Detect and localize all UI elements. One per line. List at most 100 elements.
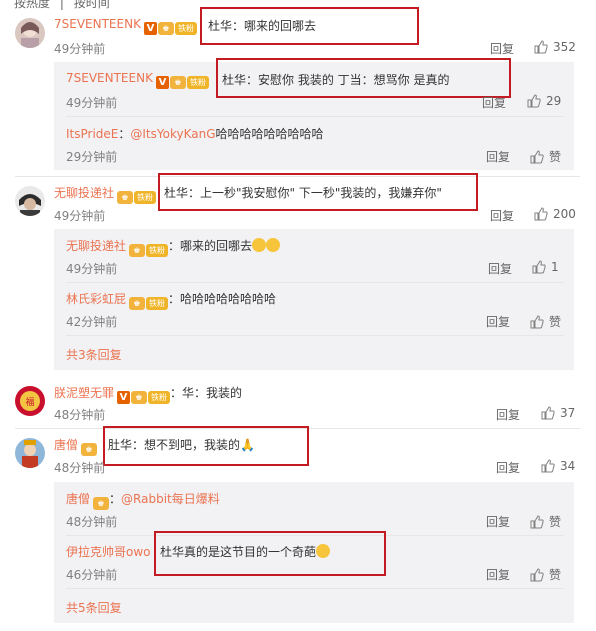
sort-by-time[interactable]: 按时间 xyxy=(74,0,110,10)
thumbs-up-icon xyxy=(541,406,555,420)
username[interactable]: ItsPrideE xyxy=(66,127,118,141)
level-icon: ♚ xyxy=(93,497,110,510)
username[interactable]: 林氏彩虹屁 xyxy=(66,292,126,306)
reply-time: 49分钟前 xyxy=(66,262,118,276)
thumbs-up-icon xyxy=(527,94,541,108)
more-replies-link[interactable]: 共3条回复 xyxy=(66,346,122,363)
reply-button[interactable]: 回复 xyxy=(496,459,520,476)
reply-button[interactable]: 回复 xyxy=(488,260,512,277)
thumbs-up-icon xyxy=(534,40,548,54)
comment-header: 唐僧 ♚ xyxy=(54,436,98,456)
comment-header: 7SEVENTEENK V ♚ 铁粉 xyxy=(54,17,197,35)
reply-line: 唐僧 ♚ ：@Rabbit每日爆料 xyxy=(66,490,220,510)
thumbs-up-icon xyxy=(530,314,544,328)
reply-line: 无聊投递社 ♚ 铁粉 ：哪来的回哪去 xyxy=(66,237,281,257)
sort-separator: | xyxy=(59,0,64,10)
username[interactable]: 朕泥塑无罪 xyxy=(54,386,114,400)
like-button[interactable]: 赞 xyxy=(530,566,561,583)
level-icon: ♚ xyxy=(169,76,186,89)
avatar[interactable] xyxy=(15,438,45,468)
more-replies-link[interactable]: 共5条回复 xyxy=(66,599,122,616)
username[interactable]: 唐僧 xyxy=(54,438,78,452)
reply-time: 46分钟前 xyxy=(66,568,118,582)
comment-text: 杜华：上一秒"我安慰你" 下一秒"我装的，我嫌弃你" xyxy=(164,186,442,200)
level-icon: ♚ xyxy=(129,244,146,257)
reply-line: 林氏彩虹屁 ♚ 铁粉 ：哈哈哈哈哈哈哈哈 xyxy=(66,290,276,310)
avatar-image: 福 xyxy=(15,386,45,416)
like-button[interactable]: 34 xyxy=(541,459,575,473)
avatar[interactable] xyxy=(15,186,45,216)
like-button[interactable]: 37 xyxy=(541,406,575,420)
reply-text: 杜华：安慰你 我装的 丁当：想骂你 是真的 xyxy=(222,73,450,87)
reply-header: 伊拉克帅哥owo xyxy=(66,543,151,560)
mention-link[interactable]: @Rabbit每日爆料 xyxy=(121,492,220,506)
avatar-image xyxy=(15,186,45,216)
reply-button[interactable]: 回复 xyxy=(482,94,506,111)
user-badges: ♚ 铁粉 xyxy=(129,244,169,257)
reply-button[interactable]: 回复 xyxy=(486,513,510,530)
reply-button[interactable]: 回复 xyxy=(486,148,510,165)
colon: ： xyxy=(168,239,181,253)
thumbs-up-icon xyxy=(534,207,548,221)
sort-by-hot[interactable]: 按热度 xyxy=(14,0,50,10)
user-badges: V ♚ 铁粉 xyxy=(143,22,197,35)
username[interactable]: 伊拉克帅哥owo xyxy=(66,545,151,559)
like-button[interactable]: 1 xyxy=(532,260,559,274)
verified-icon: V xyxy=(143,22,157,35)
fan-badge: 铁粉 xyxy=(146,244,169,257)
user-badges: ♚ 铁粉 xyxy=(129,297,169,310)
reply-button[interactable]: 回复 xyxy=(490,40,514,57)
svg-text:福: 福 xyxy=(25,396,34,408)
like-button[interactable]: 200 xyxy=(534,207,576,221)
reply-time: 42分钟前 xyxy=(66,315,118,329)
thumbs-up-icon xyxy=(541,459,555,473)
comment-text-line: 肚华：想不到吧，我装的🙏 xyxy=(108,436,255,453)
like-button[interactable]: 赞 xyxy=(530,513,561,530)
mention-link[interactable]: @ItsYokyKanG xyxy=(130,127,215,141)
like-label: 赞 xyxy=(549,315,562,329)
avatar-image xyxy=(15,438,45,468)
reply-header: 7SEVENTEENK V ♚ 铁粉 xyxy=(66,71,209,89)
comment-time: 48分钟前 xyxy=(54,408,106,422)
username[interactable]: 无聊投递社 xyxy=(66,239,126,253)
user-badges: ♚ 铁粉 xyxy=(117,191,157,204)
reply-text-line: 杜华真的是这节目的一个奇葩 xyxy=(160,543,331,560)
fan-badge: 铁粉 xyxy=(134,191,157,204)
comment-text: 肚华：想不到吧，我装的 xyxy=(108,438,241,452)
fan-badge: 铁粉 xyxy=(146,297,169,310)
level-icon: ♚ xyxy=(81,443,98,456)
fan-badge: 铁粉 xyxy=(148,391,171,404)
username[interactable]: 无聊投递社 xyxy=(54,186,114,200)
comment-header: 无聊投递社 ♚ 铁粉 xyxy=(54,184,157,204)
avatar[interactable]: 福 xyxy=(15,386,45,416)
level-icon: ♚ xyxy=(129,297,146,310)
like-button[interactable]: 赞 xyxy=(530,148,561,165)
reply-button[interactable]: 回复 xyxy=(490,207,514,224)
like-button[interactable]: 赞 xyxy=(530,313,561,330)
reply-button[interactable]: 回复 xyxy=(486,313,510,330)
sort-bar: 按热度 | 按时间 xyxy=(14,0,116,11)
divider xyxy=(66,335,564,336)
like-button[interactable]: 352 xyxy=(534,40,576,54)
like-label: 赞 xyxy=(549,150,562,164)
username[interactable]: 7SEVENTEENK xyxy=(54,17,141,31)
thumbs-up-icon xyxy=(530,514,544,528)
smile-emoji-icon xyxy=(316,544,331,558)
laugh-cry-emoji-icon xyxy=(252,238,267,252)
like-button[interactable]: 29 xyxy=(527,94,561,108)
reply-text: 哈哈哈哈哈哈哈哈哈 xyxy=(215,127,324,141)
praying-hands-icon: 🙏 xyxy=(240,438,255,452)
thumbs-up-icon xyxy=(530,149,544,163)
reply-time: 29分钟前 xyxy=(66,150,118,164)
user-badges: ♚ xyxy=(93,497,110,510)
reply-line: ItsPrideE：@ItsYokyKanG哈哈哈哈哈哈哈哈哈 xyxy=(66,125,324,142)
level-icon: ♚ xyxy=(157,22,174,35)
reply-button[interactable]: 回复 xyxy=(486,566,510,583)
reply-button[interactable]: 回复 xyxy=(496,406,520,423)
reply-text: 杜华真的是这节目的一个奇葩 xyxy=(160,545,317,559)
username[interactable]: 7SEVENTEENK xyxy=(66,71,153,85)
username[interactable]: 唐僧 xyxy=(66,492,90,506)
avatar[interactable] xyxy=(15,18,45,48)
divider xyxy=(66,116,564,117)
like-label: 赞 xyxy=(549,515,562,529)
